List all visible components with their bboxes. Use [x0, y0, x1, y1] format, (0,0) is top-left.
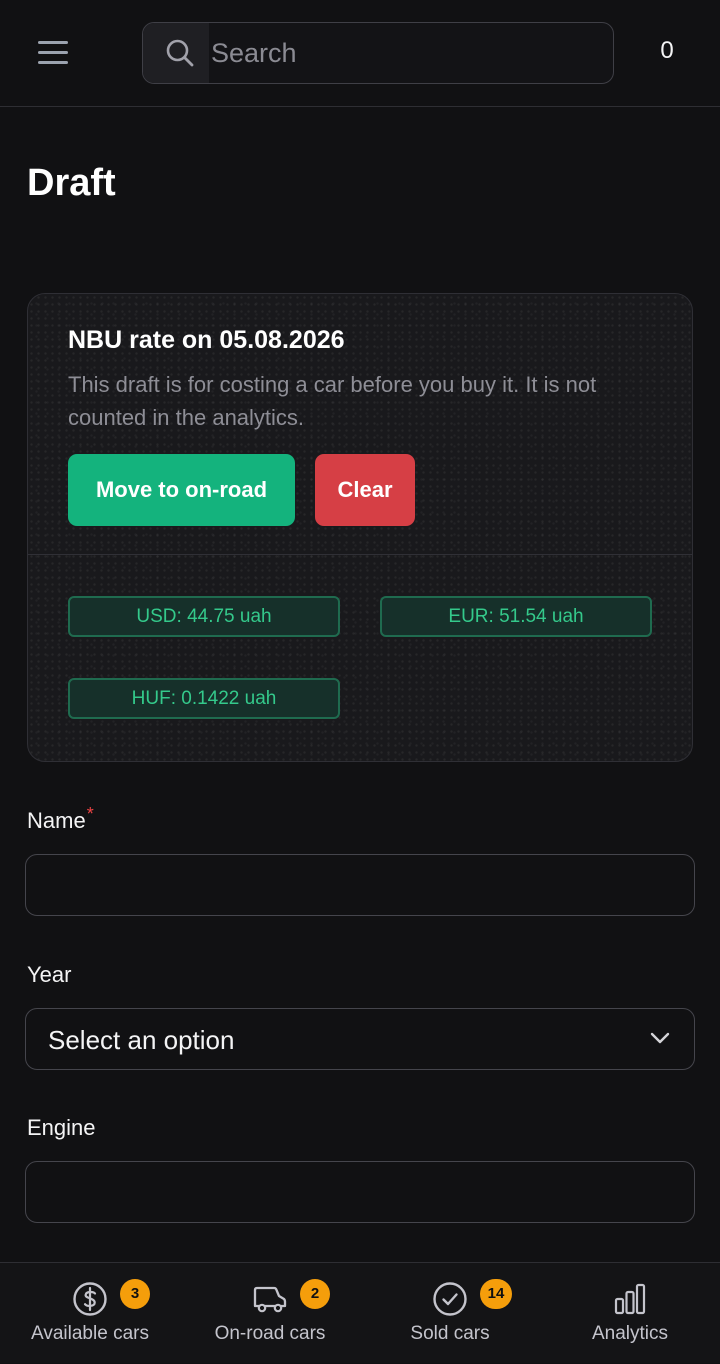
- search-box[interactable]: [142, 22, 614, 84]
- eur-rate-chip: EUR: 51.54 uah: [380, 596, 652, 637]
- clear-button[interactable]: Clear: [315, 454, 415, 526]
- move-to-on-road-button[interactable]: Move to on-road: [68, 454, 295, 526]
- sold-cars-badge: 14: [480, 1279, 512, 1309]
- name-label: Name*: [27, 804, 94, 834]
- nav-sold-cars[interactable]: 14 Sold cars: [360, 1263, 540, 1364]
- nav-label-on-road-cars: On-road cars: [214, 1323, 326, 1344]
- engine-input[interactable]: [26, 1162, 694, 1222]
- required-mark: *: [86, 804, 94, 824]
- dollar-circle-icon: [73, 1282, 107, 1316]
- hamburger-menu-icon[interactable]: [33, 38, 73, 68]
- available-cars-badge: 3: [120, 1279, 150, 1309]
- truck-icon: [253, 1286, 287, 1313]
- chevron-down-icon: [650, 1032, 670, 1044]
- year-select-value: Select an option: [48, 1025, 235, 1055]
- name-field[interactable]: [25, 854, 695, 916]
- rate-card-title: NBU rate on 05.08.2026: [68, 326, 345, 354]
- cart-count[interactable]: 0: [650, 37, 684, 65]
- rate-card-description: This draft is for costing a car before y…: [68, 372, 597, 430]
- nav-available-cars[interactable]: 3 Available cars: [0, 1263, 180, 1364]
- name-input[interactable]: [26, 855, 694, 915]
- bar-chart-icon: [614, 1283, 646, 1315]
- name-label-text: Name: [27, 808, 86, 833]
- search-input[interactable]: [209, 23, 609, 83]
- nav-label-available-cars: Available cars: [31, 1323, 149, 1344]
- nav-label-sold-cars: Sold cars: [410, 1323, 490, 1344]
- usd-rate-chip: USD: 44.75 uah: [68, 596, 340, 637]
- bottom-navigation: 3 Available cars 2 On-road cars 14 Sold …: [0, 1262, 720, 1363]
- nav-label-analytics: Analytics: [591, 1323, 669, 1344]
- nav-analytics[interactable]: Analytics: [540, 1263, 720, 1364]
- huf-rate-chip: HUF: 0.1422 uah: [68, 678, 340, 719]
- check-circle-icon: [433, 1282, 467, 1316]
- nbu-rate-card: NBU rate on 05.08.2026 This draft is for…: [27, 293, 693, 762]
- on-road-cars-badge: 2: [300, 1279, 330, 1309]
- top-bar: 0: [0, 0, 720, 107]
- year-label: Year: [27, 962, 72, 987]
- engine-label: Engine: [27, 1115, 96, 1140]
- nav-on-road-cars[interactable]: 2 On-road cars: [180, 1263, 360, 1364]
- page-title: Draft: [27, 162, 116, 204]
- year-select[interactable]: Select an option: [25, 1008, 695, 1070]
- rate-card-header: NBU rate on 05.08.2026 This draft is for…: [28, 294, 692, 555]
- engine-field[interactable]: [25, 1161, 695, 1223]
- search-icon[interactable]: [143, 23, 209, 83]
